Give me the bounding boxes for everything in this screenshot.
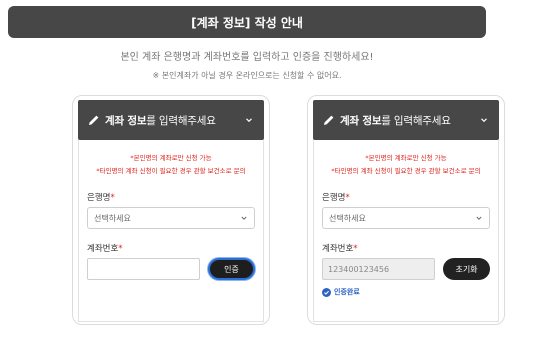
warning-own-account: *본인명의 계좌로만 신청 가능 [130, 154, 212, 162]
chevron-down-icon[interactable] [479, 115, 489, 125]
reset-button[interactable]: 초기화 [443, 258, 490, 280]
warning-other-account: *타인명의 계좌 신청이 필요한 경우 관할 보건소로 문의 [96, 167, 246, 175]
account-number-input[interactable] [87, 258, 200, 280]
bank-select-value: 선택하세요 [94, 213, 131, 223]
account-number-label: 계좌번호* [87, 244, 123, 254]
intro-text: 본인 계좌 은행명과 계좌번호를 입력하고 인증을 진행하세요! [120, 52, 374, 63]
intro-note: ※ 본인계좌가 아닐 경우 온라인으로는 신청할 수 없어요. [152, 71, 342, 80]
verification-status: 인증완료 [322, 287, 490, 297]
chevron-down-icon [475, 214, 483, 222]
chevron-down-icon[interactable] [244, 115, 254, 125]
bank-label: 은행명* [322, 193, 350, 203]
verify-button[interactable]: 인증 [208, 258, 255, 280]
bank-select[interactable]: 선택하세요 [87, 207, 255, 229]
pencil-icon [323, 114, 335, 126]
verification-status-text: 인증완료 [334, 288, 360, 296]
check-circle-icon [322, 287, 331, 297]
account-number-input[interactable] [322, 258, 435, 280]
card-body: *본인명의 계좌로만 신청 가능 *타인명의 계좌 신청이 필요한 경우 관할 … [78, 140, 264, 322]
account-number-label: 계좌번호* [322, 244, 358, 254]
warning-other-account: *타인명의 계좌 신청이 필요한 경우 관할 보건소로 문의 [331, 167, 481, 175]
bank-select-value: 선택하세요 [329, 213, 366, 223]
card-title: 계좌 정보를 입력해주세요 [105, 114, 216, 127]
chevron-down-icon [240, 214, 248, 222]
card-title: 계좌 정보를 입력해주세요 [340, 114, 451, 127]
guide-banner-title: [계좌 정보] 작성 안내 [191, 15, 303, 30]
account-card-unverified: 계좌 정보를 입력해주세요 *본인명의 계좌로만 신청 가능 *타인명의 계좌 … [72, 95, 270, 325]
guide-banner: [계좌 정보] 작성 안내 [8, 6, 486, 38]
card-header[interactable]: 계좌 정보를 입력해주세요 [78, 100, 264, 140]
pencil-icon [88, 114, 100, 126]
account-number-row: 초기화 [322, 258, 490, 280]
warning-own-account: *본인명의 계좌로만 신청 가능 [365, 154, 447, 162]
account-number-row: 인증 [87, 258, 255, 280]
bank-select[interactable]: 선택하세요 [322, 207, 490, 229]
bank-label: 은행명* [87, 193, 115, 203]
card-body: *본인명의 계좌로만 신청 가능 *타인명의 계좌 신청이 필요한 경우 관할 … [313, 140, 499, 322]
account-card-verified: 계좌 정보를 입력해주세요 *본인명의 계좌로만 신청 가능 *타인명의 계좌 … [307, 95, 505, 325]
card-header[interactable]: 계좌 정보를 입력해주세요 [313, 100, 499, 140]
